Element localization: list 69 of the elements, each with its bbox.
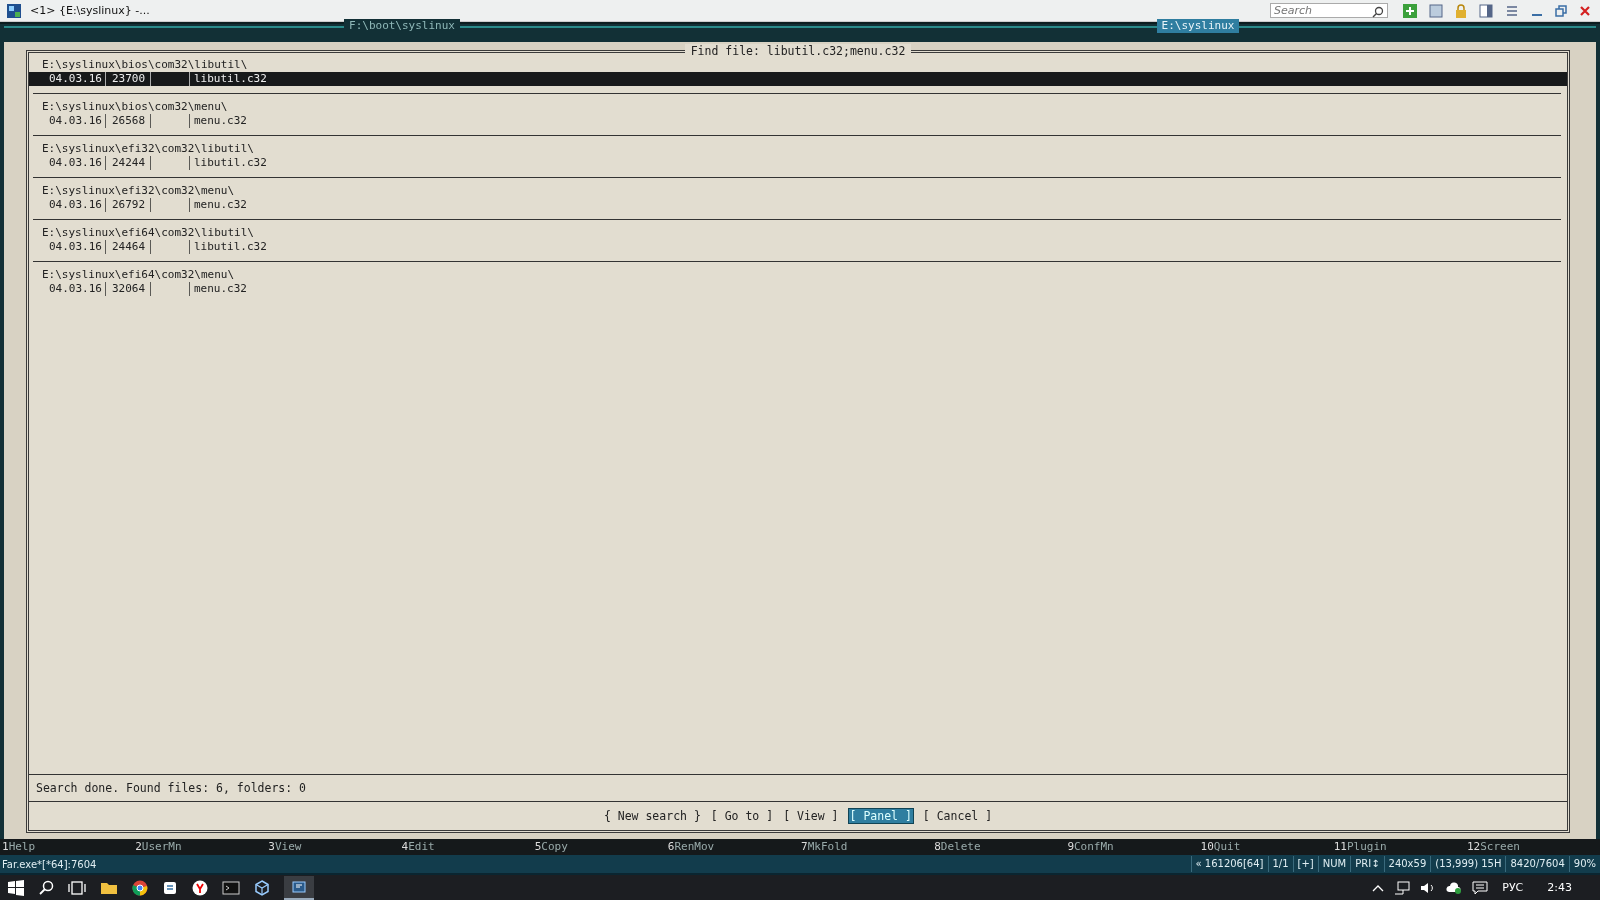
search-icon[interactable]	[38, 879, 54, 896]
status-field: (13,999) 15H	[1430, 856, 1506, 872]
panel-path: F:\boot\syslinux	[344, 19, 460, 33]
status-field: NUM	[1317, 856, 1351, 872]
folder-path: E:\syslinux\bios\com32\menu\	[41, 100, 228, 114]
far-app-icon[interactable]	[284, 875, 314, 900]
close-icon[interactable]	[1579, 4, 1591, 17]
dialog-title: Find file: libutil.c32;menu.c32	[684, 44, 912, 56]
panel-path: E:\syslinux	[1156, 19, 1240, 33]
dialog-button[interactable]: [ Panel ]	[847, 808, 914, 824]
file-row[interactable]: 04.03.16 32064 menu.c32	[29, 282, 1567, 296]
dialog-button[interactable]: { New search }	[602, 809, 702, 823]
function-key[interactable]: 8Delete	[934, 839, 1068, 855]
task-view-icon[interactable]	[68, 880, 86, 895]
folder-path: E:\syslinux\efi32\com32\menu\	[41, 184, 235, 198]
process-label: Far.exe*[*64]:7604	[1, 858, 97, 870]
folder-path: E:\syslinux\bios\com32\libutil\	[41, 58, 248, 72]
cube-icon[interactable]	[254, 879, 270, 896]
window-title: <1> {E:\syslinux} -...	[30, 4, 150, 17]
menu-icon[interactable]	[1505, 3, 1519, 18]
status-field: [+]	[1292, 856, 1318, 872]
file-row[interactable]: 04.03.16 26792 menu.c32	[29, 198, 1567, 212]
function-key[interactable]: 6RenMov	[667, 839, 802, 855]
status-field: 8420/7604	[1505, 856, 1569, 872]
cloud-icon[interactable]	[1446, 880, 1463, 895]
terminal-icon[interactable]	[222, 880, 240, 895]
search-field[interactable]: Search	[1270, 3, 1388, 18]
status-field: « 161206[64]	[1190, 856, 1268, 872]
dialog-button[interactable]: [ View ]	[782, 809, 840, 823]
folder-path: E:\syslinux\efi64\com32\menu\	[41, 268, 235, 282]
browser-icon[interactable]	[132, 879, 148, 896]
function-key[interactable]: 11Plugin	[1333, 839, 1467, 855]
lock-icon[interactable]	[1455, 3, 1467, 18]
add-icon[interactable]	[1403, 3, 1417, 18]
function-key[interactable]: 4Edit	[401, 839, 535, 855]
notification-icon[interactable]	[1472, 880, 1489, 895]
function-key[interactable]: 2UserMn	[135, 839, 269, 855]
function-key[interactable]: 9ConfMn	[1067, 839, 1201, 855]
status-field: PRI↕	[1350, 856, 1384, 872]
script-icon[interactable]	[162, 879, 178, 896]
layout-icon[interactable]	[1429, 3, 1443, 18]
dialog-button[interactable]: [ Cancel ]	[921, 809, 994, 823]
panel-icon[interactable]	[1479, 3, 1493, 18]
file-row[interactable]: 04.03.16 23700 libutil.c32	[29, 72, 1567, 86]
file-row[interactable]: 04.03.16 24464 libutil.c32	[29, 240, 1567, 254]
function-key[interactable]: 12Screen	[1466, 839, 1600, 855]
clock[interactable]: 2:43	[1547, 881, 1572, 894]
start-icon[interactable]	[8, 879, 24, 896]
folder-path: E:\syslinux\efi32\com32\libutil\	[41, 142, 254, 156]
dialog-button[interactable]: [ Go to ]	[709, 809, 775, 823]
status-field: 90%	[1568, 856, 1600, 872]
app-icon	[6, 2, 22, 19]
status-field: 240x59	[1383, 856, 1431, 872]
status-field: 1/1	[1267, 856, 1293, 872]
function-key[interactable]: 1Help	[2, 839, 136, 855]
search-icon	[1372, 6, 1384, 18]
folder-icon[interactable]	[100, 880, 118, 895]
function-key[interactable]: 3View	[268, 839, 402, 855]
function-key[interactable]: 10Quit	[1200, 839, 1334, 855]
search-status: Search done. Found files: 6, folders: 0	[36, 781, 307, 795]
folder-path: E:\syslinux\efi64\com32\libutil\	[41, 226, 254, 240]
file-row[interactable]: 04.03.16 26568 menu.c32	[29, 114, 1567, 128]
network-icon[interactable]	[1394, 880, 1411, 895]
restore-icon[interactable]	[1555, 4, 1567, 17]
function-key[interactable]: 5Copy	[534, 839, 668, 855]
file-row[interactable]: 04.03.16 24244 libutil.c32	[29, 156, 1567, 170]
language-indicator[interactable]: РУС	[1502, 881, 1524, 894]
letter-y-icon[interactable]	[192, 879, 208, 896]
function-key[interactable]: 7MkFold	[801, 839, 935, 855]
